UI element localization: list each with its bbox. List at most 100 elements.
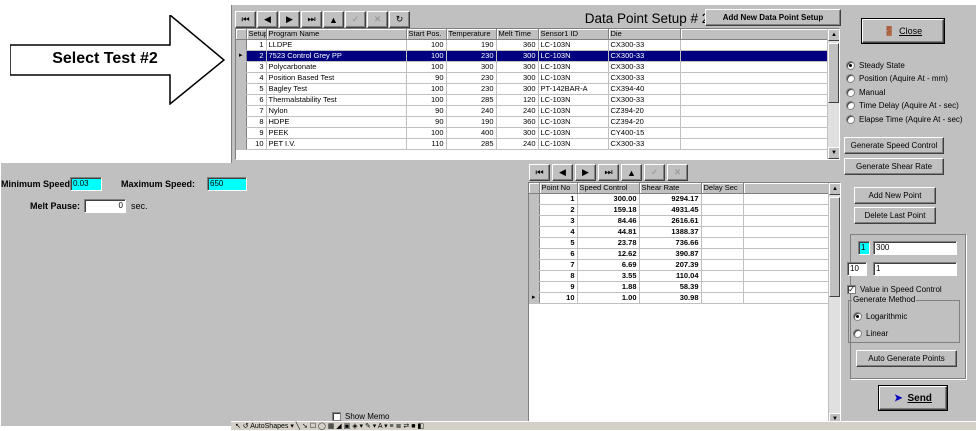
row-indicator[interactable] [529, 248, 540, 261]
gen-count-input[interactable]: 10 [847, 262, 867, 276]
table-cell[interactable]: PEEK [266, 127, 407, 140]
table-cell[interactable]: LC-103N [538, 94, 609, 107]
column-header[interactable]: Setup # [246, 29, 267, 41]
radio-on-icon[interactable] [853, 311, 862, 321]
row-indicator[interactable] [236, 94, 247, 107]
table-cell[interactable]: CX300-33 [608, 138, 681, 151]
points-scrollbar[interactable]: ▲ ▼ [828, 183, 840, 425]
gen-start-value-input[interactable]: 300 [873, 241, 957, 255]
row-indicator[interactable]: ▸ [529, 292, 540, 305]
table-row[interactable]: 7 6.69 207.39 [529, 259, 829, 272]
table-row[interactable]: 5 Bagley Test 100 230 300 PT-142BAR-A CX394-40 [236, 83, 828, 96]
radio-off-icon[interactable] [846, 114, 855, 124]
row-indicator[interactable] [236, 138, 247, 151]
table-cell[interactable]: 300.00 [577, 193, 640, 206]
table-cell[interactable]: 736.66 [639, 237, 702, 250]
nav-prev-button[interactable]: ◀ [257, 11, 278, 28]
table-cell[interactable]: 1 [539, 193, 578, 206]
table-cell[interactable]: LLDPE [266, 39, 407, 52]
table-cell[interactable]: 9 [539, 281, 578, 294]
table-cell[interactable]: 84.46 [577, 215, 640, 228]
column-header[interactable]: Melt Time [496, 29, 539, 41]
table-cell[interactable]: 4 [246, 72, 267, 85]
table-cell[interactable] [701, 281, 744, 294]
table-cell[interactable]: 44.81 [577, 226, 640, 239]
table-cell[interactable]: Polycarbonate [266, 61, 407, 74]
row-indicator[interactable] [529, 259, 540, 272]
table-cell[interactable]: 5 [246, 83, 267, 96]
table-cell[interactable]: 1388.37 [639, 226, 702, 239]
table-cell[interactable]: 100 [406, 94, 447, 107]
table-cell[interactable]: PET I.V. [266, 138, 407, 151]
table-cell[interactable] [701, 248, 744, 261]
table-cell[interactable]: 30.98 [639, 292, 702, 305]
table-cell[interactable]: 360 [496, 116, 539, 129]
table-cell[interactable]: 300 [496, 127, 539, 140]
table-cell[interactable]: 10 [539, 292, 578, 305]
add-new-setup-button[interactable]: Add New Data Point Setup [705, 9, 841, 26]
nav-last-button[interactable]: ⏭ [301, 11, 322, 28]
row-indicator[interactable] [529, 237, 540, 250]
row-indicator[interactable] [236, 127, 247, 140]
table-cell[interactable]: 300 [446, 61, 497, 74]
logarithmic-radio[interactable]: Logarithmic [853, 310, 907, 322]
table-row[interactable]: 8 HDPE 90 190 360 LC-103N CZ394-20 [236, 116, 828, 129]
table-cell[interactable]: CX300-33 [608, 61, 681, 74]
table-cell[interactable]: LC-103N [538, 72, 609, 85]
table-cell[interactable]: 7523 Control Grey PP [266, 50, 407, 63]
table-cell[interactable]: 90 [406, 105, 447, 118]
checkbox-box[interactable] [332, 411, 341, 421]
table-row[interactable]: ▸ 10 1.00 30.98 [529, 292, 829, 305]
radio-off-icon[interactable] [846, 101, 855, 110]
table-cell[interactable]: 12.62 [577, 248, 640, 261]
row-indicator[interactable] [236, 39, 247, 52]
table-row[interactable]: 10 PET I.V. 110 285 240 LC-103N CX300-33 [236, 138, 828, 151]
radio-off-icon[interactable] [846, 74, 855, 83]
table-cell[interactable]: 6 [246, 94, 267, 107]
table-cell[interactable]: Bagley Test [266, 83, 407, 96]
row-indicator[interactable] [529, 226, 540, 239]
points-nav-cancel-button[interactable]: ✕ [667, 164, 688, 181]
points-nav-first-button[interactable]: ⏮ [529, 164, 550, 181]
table-cell[interactable]: 100 [406, 83, 447, 96]
table-cell[interactable]: 190 [446, 116, 497, 129]
table-cell[interactable]: 90 [406, 116, 447, 129]
table-cell[interactable]: Thermalstability Test [266, 94, 407, 107]
table-cell[interactable]: 58.39 [639, 281, 702, 294]
table-cell[interactable]: LC-103N [538, 61, 609, 74]
table-cell[interactable]: CY400-15 [608, 127, 681, 140]
table-cell[interactable]: 8 [539, 270, 578, 283]
table-cell[interactable]: 2 [246, 50, 267, 63]
table-cell[interactable]: CX394-40 [608, 83, 681, 96]
table-row[interactable]: 1 300.00 9294.17 [529, 193, 829, 206]
table-cell[interactable]: 100 [406, 39, 447, 52]
table-row[interactable]: 3 84.46 2616.61 [529, 215, 829, 228]
table-cell[interactable]: LC-103N [538, 105, 609, 118]
table-cell[interactable]: 240 [446, 105, 497, 118]
table-cell[interactable]: 1.88 [577, 281, 640, 294]
table-cell[interactable]: 4931.45 [639, 204, 702, 217]
melt-pause-input[interactable]: 0 [84, 199, 126, 213]
delete-point-button[interactable]: Delete Last Point [854, 207, 936, 224]
table-cell[interactable]: 4 [539, 226, 578, 239]
table-cell[interactable]: 10 [246, 138, 267, 151]
table-cell[interactable] [701, 292, 744, 305]
nav-first-button[interactable]: ⏮ [235, 11, 256, 28]
table-cell[interactable]: 230 [446, 50, 497, 63]
points-nav-post-button[interactable]: ✓ [644, 164, 665, 181]
table-cell[interactable]: 1.00 [577, 292, 640, 305]
table-cell[interactable]: 360 [496, 39, 539, 52]
nav-cancel-button[interactable]: ✕ [367, 11, 388, 28]
nav-refresh-button[interactable]: ↻ [389, 11, 410, 28]
setups-grid[interactable]: Setup #Program NameStart Pos.Temperature… [235, 28, 840, 160]
table-cell[interactable]: 207.39 [639, 259, 702, 272]
table-cell[interactable]: 6.69 [577, 259, 640, 272]
close-button[interactable]: 🚪 Close [862, 19, 944, 43]
table-cell[interactable]: 100 [406, 61, 447, 74]
column-header[interactable]: Delay Sec [701, 183, 744, 195]
row-indicator[interactable] [236, 116, 247, 129]
column-header[interactable]: Temperature [446, 29, 497, 41]
table-cell[interactable]: Nylon [266, 105, 407, 118]
table-cell[interactable]: 120 [496, 94, 539, 107]
send-button[interactable]: ➤ Send [879, 386, 947, 410]
